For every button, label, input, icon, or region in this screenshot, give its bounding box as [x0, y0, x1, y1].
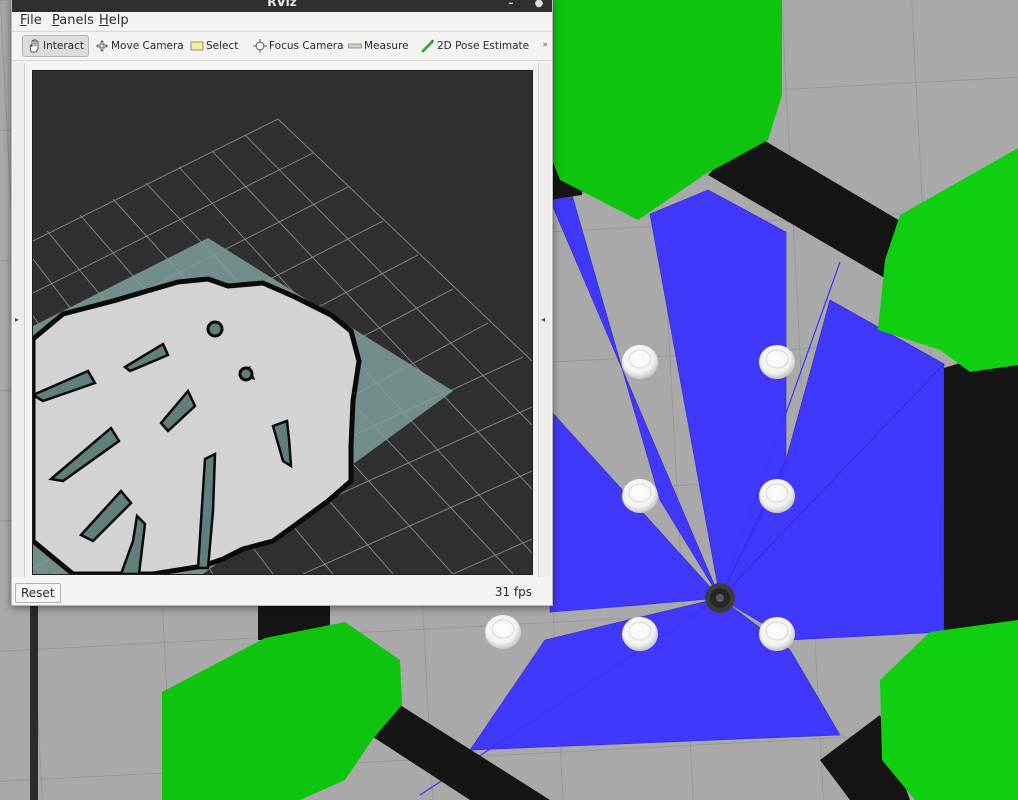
- window-controls: – ●: [492, 0, 544, 9]
- menu-file[interactable]: File: [20, 13, 42, 29]
- menu-file-label: ile: [26, 13, 42, 28]
- tool-move-camera-button[interactable]: Move Camera: [91, 35, 188, 57]
- menu-help-label: elp: [108, 13, 129, 28]
- menu-panels-label: anels: [59, 13, 94, 28]
- pose-estimate-icon: [421, 39, 434, 53]
- right-panel-collapse-handle[interactable]: ◂: [538, 63, 550, 577]
- menu-help-mnemonic: H: [99, 13, 109, 28]
- measure-icon: [348, 43, 362, 49]
- map-obstacle: [238, 366, 254, 382]
- status-bar: Reset 31 fps: [12, 581, 552, 605]
- occupancy-map-view: [33, 71, 532, 574]
- title-bar[interactable]: RViz – ●: [12, 0, 552, 12]
- hand-icon: [29, 39, 39, 53]
- tool-focus-camera-button[interactable]: Focus Camera: [249, 35, 348, 57]
- tool-interact-label: Interact: [43, 40, 84, 52]
- chevron-left-icon: ◂: [541, 315, 546, 324]
- tool-bar: Interact Move Camera Select Focus Camera…: [12, 31, 552, 61]
- window-title: RViz: [267, 0, 297, 9]
- left-panel-collapse-handle[interactable]: ▸: [13, 63, 25, 577]
- close-icon[interactable]: ●: [534, 0, 544, 9]
- scene-left-edge: [30, 604, 38, 800]
- chevron-right-icon: ▸: [15, 315, 20, 324]
- tool-pose-estimate-button[interactable]: 2D Pose Estimate: [417, 35, 533, 57]
- menu-panels[interactable]: Panels: [52, 13, 94, 29]
- toolbar-overflow-button[interactable]: »: [542, 40, 548, 50]
- reset-button[interactable]: Reset: [15, 583, 61, 603]
- tool-measure-button[interactable]: Measure: [344, 35, 413, 57]
- focus-camera-icon: [253, 39, 267, 53]
- tool-pose-estimate-label: 2D Pose Estimate: [437, 40, 530, 52]
- robot: [705, 583, 735, 613]
- menu-help[interactable]: Help: [99, 13, 129, 29]
- fps-readout: 31 fps: [494, 585, 532, 599]
- tool-measure-label: Measure: [364, 40, 409, 52]
- minimize-icon[interactable]: –: [506, 0, 516, 9]
- select-icon: [190, 41, 204, 51]
- move-camera-icon: [96, 40, 108, 52]
- tool-focus-camera-label: Focus Camera: [269, 40, 344, 52]
- tool-move-camera-label: Move Camera: [111, 40, 184, 52]
- tool-select-button[interactable]: Select: [186, 35, 242, 57]
- rviz-window[interactable]: RViz – ● File Panels Help Interact Move …: [11, 0, 553, 606]
- tool-interact-button[interactable]: Interact: [22, 35, 89, 57]
- menu-bar: File Panels Help: [12, 12, 552, 31]
- tool-select-label: Select: [206, 40, 239, 52]
- render-viewport[interactable]: [32, 70, 533, 575]
- map-obstacle: [206, 320, 224, 338]
